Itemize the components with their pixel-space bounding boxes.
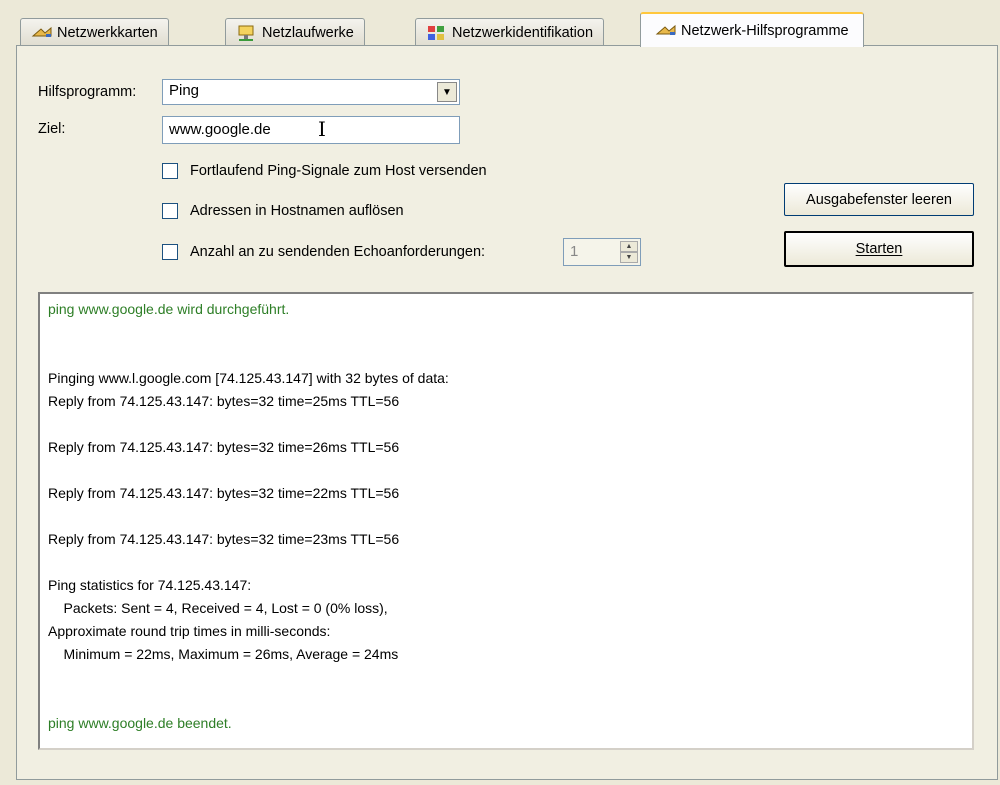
output-line: Minimum = 22ms, Maximum = 26ms, Average … — [48, 646, 399, 662]
output-line: Packets: Sent = 4, Received = 4, Lost = … — [48, 600, 388, 616]
tab-label: Netzlaufwerke — [262, 24, 354, 41]
output-line: Reply from 74.125.43.147: bytes=32 time=… — [48, 531, 400, 547]
resolve-hostnames-label: Adressen in Hostnamen auflösen — [190, 203, 404, 219]
tool-select[interactable]: Ping ▼ — [162, 79, 460, 105]
tab-network-drives[interactable]: Netzlaufwerke — [225, 18, 365, 46]
continuous-ping-checkbox[interactable] — [162, 163, 178, 179]
echo-count-stepper[interactable]: 1 ▲ ▼ — [563, 238, 641, 266]
clear-output-label: Ausgabefenster leeren — [806, 191, 952, 208]
continuous-ping-label: Fortlaufend Ping-Signale zum Host versen… — [190, 163, 487, 179]
echo-count-value: 1 — [570, 243, 579, 260]
network-tools-icon — [655, 22, 677, 40]
output-window[interactable]: ping www.google.de wird durchgeführt. Pin… — [38, 292, 974, 750]
output-line: Approximate round trip times in milli-se… — [48, 623, 331, 639]
chevron-down-icon[interactable]: ▼ — [437, 82, 457, 102]
output-line: Ping statistics for 74.125.43.147: — [48, 577, 252, 593]
spin-down-icon[interactable]: ▼ — [620, 252, 638, 263]
continuous-ping-option[interactable]: Fortlaufend Ping-Signale zum Host versen… — [162, 163, 487, 179]
network-dialog: Netzwerkkarten Netzlaufwerke Netzwerkide… — [0, 0, 1000, 785]
resolve-hostnames-checkbox[interactable] — [162, 203, 178, 219]
target-label: Ziel: — [38, 121, 66, 137]
tab-network-cards[interactable]: Netzwerkkarten — [20, 18, 169, 46]
tab-strip: Netzwerkkarten Netzlaufwerke Netzwerkide… — [20, 12, 1000, 47]
output-line: Reply from 74.125.43.147: bytes=32 time=… — [48, 439, 400, 455]
tool-label: Hilfsprogramm: — [38, 84, 137, 100]
network-identification-icon — [426, 24, 448, 42]
tab-label: Netzwerkidentifikation — [452, 24, 594, 41]
text-cursor-icon: I — [318, 117, 326, 141]
tool-select-value: Ping — [169, 82, 200, 99]
echo-count-checkbox[interactable] — [162, 244, 178, 260]
echo-count-option[interactable]: Anzahl an zu sendenden Echoanforderungen… — [162, 244, 485, 260]
spin-up-icon[interactable]: ▲ — [620, 241, 638, 252]
tab-label: Netzwerkkarten — [57, 24, 158, 41]
tab-network-tools[interactable]: Netzwerk-Hilfsprogramme — [640, 12, 864, 47]
start-button[interactable]: Starten — [784, 231, 974, 267]
output-line: Reply from 74.125.43.147: bytes=32 time=… — [48, 485, 400, 501]
output-line: ping www.google.de beendet. — [48, 715, 232, 731]
target-input[interactable]: www.google.de I — [162, 116, 460, 144]
network-cards-icon — [31, 24, 53, 42]
echo-count-label: Anzahl an zu sendenden Echoanforderungen… — [190, 244, 486, 260]
resolve-hostnames-option[interactable]: Adressen in Hostnamen auflösen — [162, 203, 404, 219]
output-line: Reply from 74.125.43.147: bytes=32 time=… — [48, 393, 400, 409]
clear-output-button[interactable]: Ausgabefenster leeren — [784, 183, 974, 216]
tab-network-identification[interactable]: Netzwerkidentifikation — [415, 18, 605, 46]
start-label: Starten — [855, 241, 903, 257]
output-line: ping www.google.de wird durchgeführt. — [48, 301, 290, 317]
tab-label: Netzwerk-Hilfsprogramme — [681, 22, 849, 39]
network-drives-icon — [236, 24, 258, 42]
output-line: Pinging www.l.google.com [74.125.43.147]… — [48, 370, 449, 386]
target-input-value: www.google.de — [169, 121, 271, 138]
